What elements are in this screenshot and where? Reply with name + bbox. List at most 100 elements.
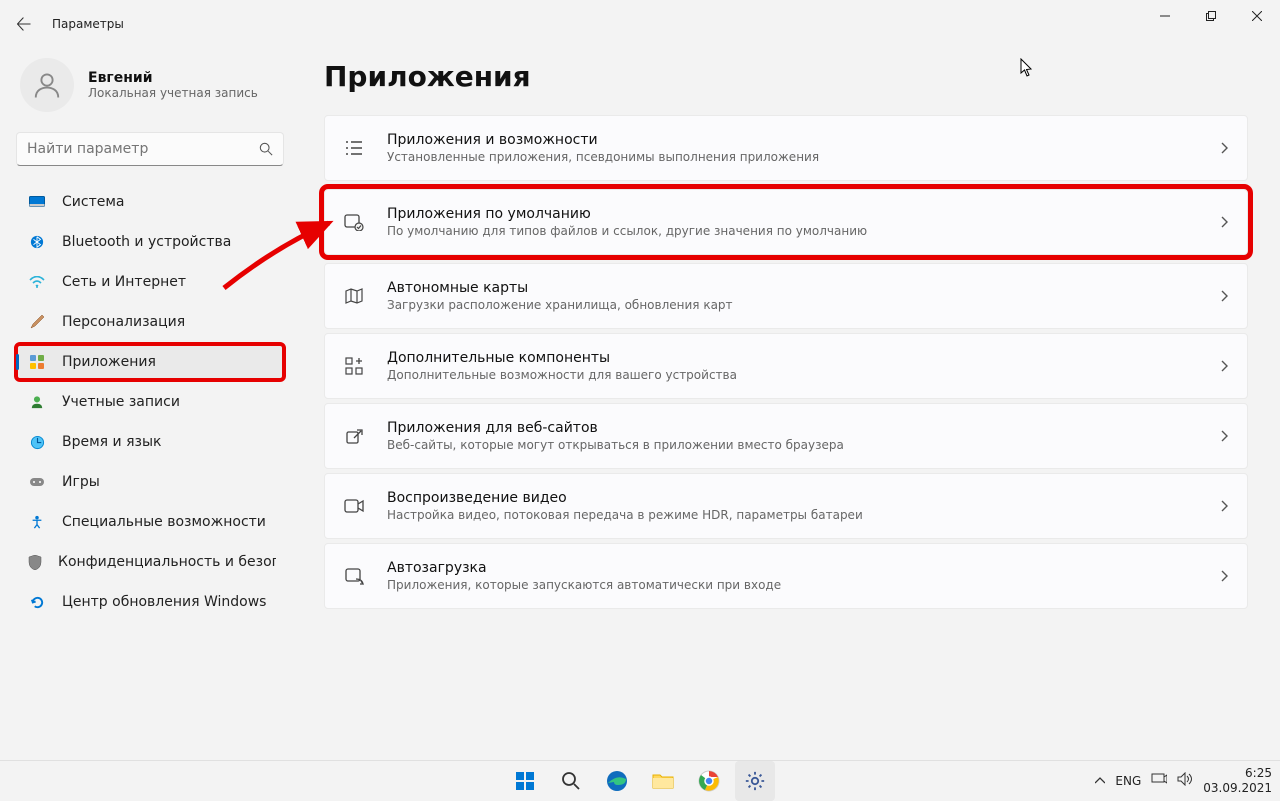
card-subtitle: Настройка видео, потоковая передача в ре… — [387, 508, 1199, 522]
windows-icon — [515, 771, 535, 791]
sidebar-item-label: Система — [62, 194, 124, 210]
card-title: Автономные карты — [387, 280, 1199, 296]
system-tray: ENG 6:25 03.09.2021 — [1095, 766, 1272, 795]
tray-network-icon[interactable] — [1151, 772, 1167, 789]
sidebar-item-label: Приложения — [62, 354, 156, 370]
chevron-right-icon — [1221, 139, 1229, 158]
sidebar-item-label: Игры — [62, 474, 100, 490]
chevron-right-icon — [1221, 497, 1229, 516]
chevron-right-icon — [1221, 427, 1229, 446]
sidebar-item-label: Учетные записи — [62, 394, 180, 410]
video-icon — [343, 498, 365, 514]
taskbar-settings[interactable] — [735, 761, 775, 801]
taskbar-center — [505, 761, 775, 801]
titlebar: Параметры — [0, 0, 1280, 48]
card-subtitle: Дополнительные возможности для вашего ус… — [387, 368, 1199, 382]
window-title: Параметры — [52, 17, 124, 31]
minimize-icon — [1160, 11, 1170, 21]
accessibility-icon — [28, 513, 46, 531]
brush-icon — [28, 313, 46, 331]
card-startup[interactable]: Автозагрузка Приложения, которые запуска… — [324, 543, 1248, 609]
sidebar-item-privacy[interactable]: Конфиденциальность и безопасность — [16, 544, 284, 580]
sidebar-item-apps[interactable]: Приложения — [16, 344, 284, 380]
share-out-icon — [343, 427, 365, 445]
user-subtitle: Локальная учетная запись — [88, 86, 258, 100]
user-name: Евгений — [88, 70, 258, 86]
maximize-icon — [1206, 11, 1216, 21]
list-icon — [343, 139, 365, 157]
chevron-right-icon — [1221, 213, 1229, 232]
default-apps-icon — [343, 213, 365, 231]
sidebar-item-label: Конфиденциальность и безопасность — [58, 554, 276, 570]
grid-plus-icon — [343, 357, 365, 375]
sidebar-item-gaming[interactable]: Игры — [16, 464, 284, 500]
tray-volume-icon[interactable] — [1177, 772, 1193, 789]
card-title: Приложения для веб-сайтов — [387, 420, 1199, 436]
card-offline-maps[interactable]: Автономные карты Загрузки расположение х… — [324, 263, 1248, 329]
sidebar-item-network[interactable]: Сеть и Интернет — [16, 264, 284, 300]
card-video-playback[interactable]: Воспроизведение видео Настройка видео, п… — [324, 473, 1248, 539]
card-title: Воспроизведение видео — [387, 490, 1199, 506]
taskbar-chrome[interactable] — [689, 761, 729, 801]
sidebar-item-update[interactable]: Центр обновления Windows — [16, 584, 284, 620]
tray-time: 6:25 — [1203, 766, 1272, 780]
tray-date: 03.09.2021 — [1203, 781, 1272, 795]
main-content: Приложения Приложения и возможности Уста… — [300, 48, 1280, 760]
card-optional-features[interactable]: Дополнительные компоненты Дополнительные… — [324, 333, 1248, 399]
card-subtitle: Установленные приложения, псевдонимы вып… — [387, 150, 1199, 164]
map-icon — [343, 287, 365, 305]
sidebar-item-bluetooth[interactable]: Bluetooth и устройства — [16, 224, 284, 260]
clock-globe-icon — [28, 433, 46, 451]
card-apps-websites[interactable]: Приложения для веб-сайтов Веб-сайты, кот… — [324, 403, 1248, 469]
sidebar-item-system[interactable]: Система — [16, 184, 284, 220]
page-title: Приложения — [324, 60, 1248, 93]
tray-language[interactable]: ENG — [1115, 774, 1141, 788]
settings-cards: Приложения и возможности Установленные п… — [324, 115, 1248, 609]
card-default-apps[interactable]: Приложения по умолчанию По умолчанию для… — [324, 189, 1248, 255]
taskbar-search[interactable] — [551, 761, 591, 801]
back-button[interactable] — [0, 0, 48, 48]
search-box[interactable] — [16, 132, 284, 166]
card-subtitle: Веб-сайты, которые могут открываться в п… — [387, 438, 1199, 452]
card-title: Автозагрузка — [387, 560, 1199, 576]
sidebar-item-label: Время и язык — [62, 434, 161, 450]
card-apps-features[interactable]: Приложения и возможности Установленные п… — [324, 115, 1248, 181]
close-button[interactable] — [1234, 0, 1280, 32]
window-controls — [1142, 0, 1280, 32]
taskbar: ENG 6:25 03.09.2021 — [0, 760, 1280, 800]
minimize-button[interactable] — [1142, 0, 1188, 32]
card-title: Приложения по умолчанию — [387, 206, 1199, 222]
search-input[interactable] — [27, 141, 259, 157]
arrow-left-icon — [17, 17, 31, 31]
person-icon — [32, 70, 62, 100]
tray-expand-icon[interactable] — [1095, 774, 1105, 788]
card-subtitle: Загрузки расположение хранилища, обновле… — [387, 298, 1199, 312]
maximize-button[interactable] — [1188, 0, 1234, 32]
search-icon — [259, 142, 273, 156]
edge-icon — [606, 770, 628, 792]
chevron-right-icon — [1221, 357, 1229, 376]
taskbar-edge[interactable] — [597, 761, 637, 801]
sidebar-item-accounts[interactable]: Учетные записи — [16, 384, 284, 420]
card-subtitle: По умолчанию для типов файлов и ссылок, … — [387, 224, 1199, 238]
sidebar-item-label: Персонализация — [62, 314, 185, 330]
apps-icon — [28, 353, 46, 371]
tray-clock[interactable]: 6:25 03.09.2021 — [1203, 766, 1272, 795]
folder-icon — [652, 772, 674, 790]
sidebar: Евгений Локальная учетная запись Система — [0, 48, 300, 760]
card-subtitle: Приложения, которые запускаются автомати… — [387, 578, 1199, 592]
person-color-icon — [28, 393, 46, 411]
start-button[interactable] — [505, 761, 545, 801]
chevron-right-icon — [1221, 287, 1229, 306]
user-block[interactable]: Евгений Локальная учетная запись — [16, 48, 284, 132]
sidebar-item-accessibility[interactable]: Специальные возможности — [16, 504, 284, 540]
sidebar-item-personalization[interactable]: Персонализация — [16, 304, 284, 340]
startup-icon — [343, 567, 365, 585]
system-icon — [28, 193, 46, 211]
sidebar-item-time[interactable]: Время и язык — [16, 424, 284, 460]
card-title: Дополнительные компоненты — [387, 350, 1199, 366]
search-icon — [561, 771, 581, 791]
taskbar-explorer[interactable] — [643, 761, 683, 801]
close-icon — [1252, 11, 1262, 21]
wifi-icon — [28, 273, 46, 291]
